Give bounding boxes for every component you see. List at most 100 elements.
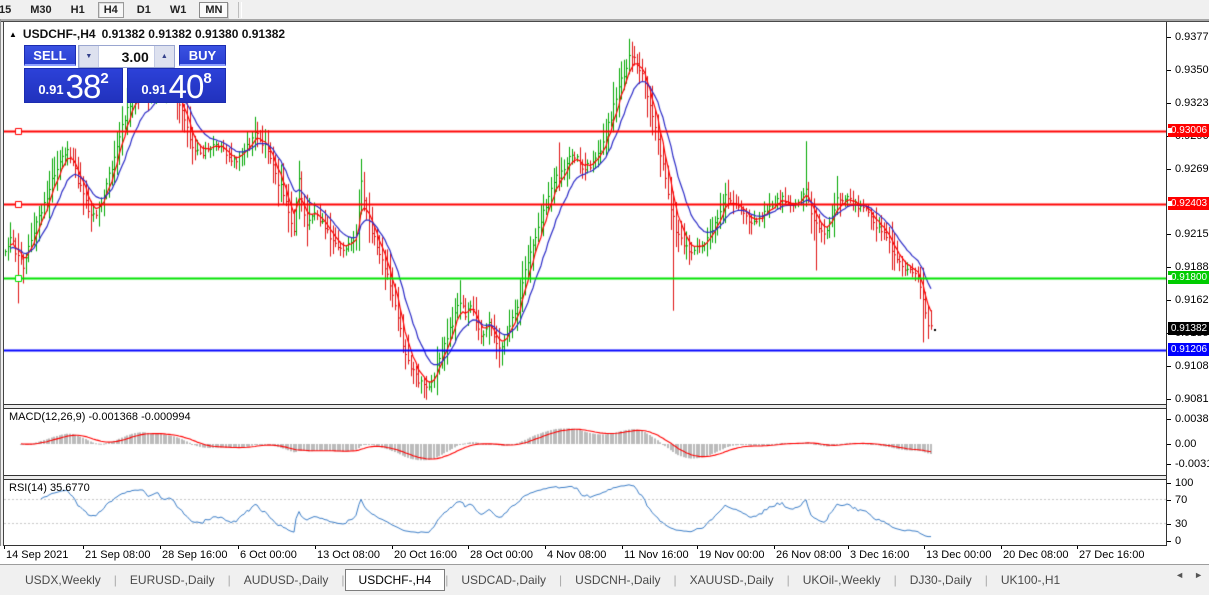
volume-spinner: ▼ ▲ <box>77 45 175 68</box>
date-label: 13 Oct 08:00 <box>317 549 380 561</box>
tab-uk100-h1[interactable]: UK100-,H1 <box>988 570 1073 590</box>
date-label: 4 Nov 08:00 <box>547 549 607 561</box>
rsi-tick: 30 <box>1175 518 1188 530</box>
axis-tick-mark <box>1167 234 1171 235</box>
timeframe-button-15[interactable]: 15 <box>0 2 17 18</box>
price-tick: 0.93775 <box>1175 31 1209 43</box>
timeframe-button-MN[interactable]: MN <box>199 1 229 18</box>
timeframe-button-D1[interactable]: D1 <box>131 2 157 18</box>
axis-tick-mark <box>1167 103 1171 104</box>
axis-tick-mark <box>1167 524 1171 525</box>
date-tick-mark <box>392 546 393 549</box>
timeframe-button-H1[interactable]: H1 <box>65 2 91 18</box>
macd-label: MACD(12,26,9) -0.001368 -0.000994 <box>9 411 191 423</box>
macd-tick: 0.00 <box>1175 438 1197 450</box>
rsi-tick: 70 <box>1175 494 1188 506</box>
axis-tick-mark <box>1167 37 1171 38</box>
date-label: 3 Dec 16:00 <box>850 549 910 561</box>
axis-tick-mark <box>1167 70 1171 71</box>
buy-price-tile[interactable]: 0.91 40 8 <box>127 68 226 103</box>
date-label: 20 Oct 16:00 <box>394 549 457 561</box>
line-handle[interactable] <box>1167 201 1172 206</box>
line-handle[interactable] <box>1167 128 1172 133</box>
rsi-label: RSI(14) 35.6770 <box>9 482 90 494</box>
tab-scroll-left-icon[interactable]: ◄ <box>1175 570 1184 580</box>
axis-tick-mark <box>1167 399 1171 400</box>
line-handle[interactable] <box>1167 275 1172 280</box>
volume-input[interactable] <box>98 46 154 67</box>
axis-tick-mark <box>1167 464 1171 465</box>
rsi-pane-top-border <box>4 479 1209 480</box>
price-tick: 0.93505 <box>1175 64 1209 76</box>
toolbar-separator <box>238 1 243 18</box>
spinner-up-icon: ▲ <box>160 53 168 60</box>
date-label: 14 Sep 2021 <box>6 549 69 561</box>
level-price-chip[interactable]: 0.91206 <box>1168 343 1209 356</box>
price-tick: 0.92695 <box>1175 163 1209 175</box>
macd-tick: -0.003115 <box>1175 458 1209 470</box>
timeframe-toolbar: 15 M30 H1 H4 D1 W1 MN <box>0 0 1209 19</box>
date-label: 13 Dec 00:00 <box>926 549 992 561</box>
level-price-chip[interactable]: 0.93006 <box>1167 124 1209 137</box>
rsi-value: 35.6770 <box>49 482 90 494</box>
tab-usdchf-h4[interactable]: USDCHF-,H4 <box>344 569 446 591</box>
level-price-chip[interactable]: 0.91800 <box>1167 271 1209 284</box>
level-price-chip[interactable]: 0.92403 <box>1167 197 1209 210</box>
axis-tick-mark <box>1167 444 1171 445</box>
buy-price-sup: 8 <box>203 70 212 87</box>
volume-decrease-button[interactable]: ▼ <box>78 46 99 67</box>
tab-usdcad-daily[interactable]: USDCAD-,Daily <box>448 570 559 590</box>
date-tick-mark <box>4 546 5 549</box>
tab-eurusd-daily[interactable]: EURUSD-,Daily <box>117 570 228 590</box>
sell-price-tile[interactable]: 0.91 38 2 <box>24 68 123 103</box>
date-label: 6 Oct 00:00 <box>240 549 297 561</box>
rsi-indicator-pane[interactable] <box>4 480 1166 545</box>
tab-usdcnh-daily[interactable]: USDCNH-,Daily <box>562 570 673 590</box>
timeframe-button-M30[interactable]: M30 <box>24 2 57 18</box>
collapse-panel-icon[interactable]: ▲ <box>9 30 17 39</box>
tab-ukoil-weekly[interactable]: UKOil-,Weekly <box>790 570 894 590</box>
date-tick-mark <box>1077 546 1078 549</box>
volume-increase-button[interactable]: ▲ <box>153 46 174 67</box>
tab-audusd-daily[interactable]: AUDUSD-,Daily <box>231 570 342 590</box>
timeframe-button-H4[interactable]: H4 <box>97 1 124 18</box>
date-label: 26 Nov 08:00 <box>776 549 842 561</box>
sell-button[interactable]: SELL <box>24 45 76 66</box>
chart-symbol-period: USDCHF-,H4 <box>22 27 96 41</box>
date-tick-mark <box>83 546 84 549</box>
tab-dj30-daily[interactable]: DJ30-,Daily <box>897 570 985 590</box>
date-axis[interactable]: 14 Sep 2021 21 Sep 08:00 28 Sep 16:00 6 Oct… <box>0 546 1209 564</box>
date-label: 28 Oct 00:00 <box>470 549 533 561</box>
buy-price-small: 0.91 <box>141 82 167 97</box>
axis-tick-mark <box>1167 419 1171 420</box>
price-axis[interactable]: 0.937750.935050.932350.929650.926950.924… <box>1166 22 1209 547</box>
date-tick-mark <box>848 546 849 549</box>
terminal-window: 15 M30 H1 H4 D1 W1 MN ▲ USDCHF-,H4 0.91382 0.9… <box>0 0 1209 595</box>
timeframe-button-W1[interactable]: W1 <box>164 2 193 18</box>
spinner-down-icon: ▼ <box>85 53 93 60</box>
chart-ohlc-values: 0.91382 0.91382 0.91380 0.91382 <box>101 27 286 41</box>
axis-tick-mark <box>1167 500 1171 501</box>
chart-title: ▲ USDCHF-,H4 0.91382 0.91382 0.91380 0.9… <box>9 27 285 41</box>
date-tick-mark <box>545 546 546 549</box>
price-tick: 0.93235 <box>1175 97 1209 109</box>
date-tick-mark <box>468 546 469 549</box>
sell-price-big: 38 <box>65 68 102 105</box>
buy-price-big: 40 <box>168 68 205 105</box>
date-label: 27 Dec 16:00 <box>1079 549 1145 561</box>
one-click-trading-panel: SELL ▼ ▲ BUY 0.91 38 2 0.91 40 8 <box>24 45 226 103</box>
buy-button[interactable]: BUY <box>178 45 226 66</box>
macd-values: -0.001368 -0.000994 <box>88 411 191 423</box>
axis-tick-mark <box>1167 300 1171 301</box>
sell-price-sup: 2 <box>100 70 109 87</box>
tab-usdx-weekly[interactable]: USDX,Weekly <box>12 570 114 590</box>
date-label: 11 Nov 16:00 <box>624 549 689 561</box>
axis-tick-mark <box>1167 169 1171 170</box>
date-tick-mark <box>622 546 623 549</box>
tab-xauusd-daily[interactable]: XAUUSD-,Daily <box>677 570 787 590</box>
date-tick-mark <box>1001 546 1002 549</box>
tab-scroll-right-icon[interactable]: ► <box>1194 570 1203 580</box>
rsi-tick: 100 <box>1175 477 1194 489</box>
bid-price-chip: 0.91382 <box>1168 322 1209 335</box>
macd-tick: 0.003811 <box>1175 413 1209 425</box>
